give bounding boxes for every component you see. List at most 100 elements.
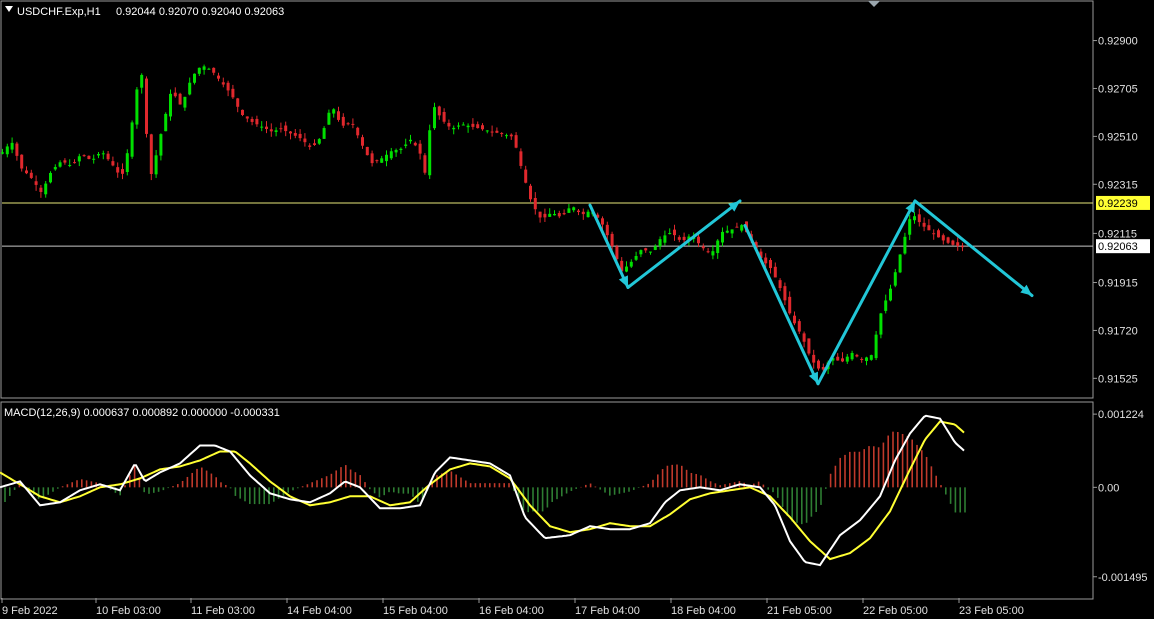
candle-body[interactable] — [716, 240, 720, 254]
candle-body[interactable] — [725, 230, 729, 233]
candle-body[interactable] — [884, 300, 888, 311]
candle-body[interactable] — [140, 74, 144, 88]
candle-body[interactable] — [279, 128, 283, 130]
candle-body[interactable] — [793, 315, 796, 324]
candle-body[interactable] — [217, 75, 220, 79]
candle-body[interactable] — [169, 93, 172, 117]
candle-body[interactable] — [913, 216, 916, 221]
candle-body[interactable] — [221, 82, 225, 85]
candle-body[interactable] — [356, 127, 360, 136]
candle-body[interactable] — [20, 154, 24, 169]
candle-body[interactable] — [788, 296, 792, 314]
candle-body[interactable] — [533, 197, 537, 210]
candle-body[interactable] — [341, 116, 345, 126]
candle-body[interactable] — [466, 125, 470, 128]
candle-body[interactable] — [125, 153, 129, 173]
candle-body[interactable] — [932, 233, 936, 235]
candle-body[interactable] — [178, 93, 182, 105]
candle-body[interactable] — [29, 172, 33, 178]
candle-body[interactable] — [841, 358, 844, 362]
candle-body[interactable] — [937, 230, 940, 238]
candle-body[interactable] — [87, 155, 91, 160]
candle-body[interactable] — [10, 142, 14, 150]
candle-body[interactable] — [908, 219, 912, 235]
candle-body[interactable] — [898, 254, 902, 273]
candle-body[interactable] — [471, 123, 475, 127]
candle-body[interactable] — [586, 211, 590, 218]
candle-body[interactable] — [231, 88, 235, 98]
candle-body[interactable] — [375, 160, 379, 162]
candle-body[interactable] — [783, 286, 787, 301]
candle-body[interactable] — [601, 218, 604, 225]
candle-body[interactable] — [226, 82, 230, 91]
candle-body[interactable] — [317, 139, 321, 144]
candle-body[interactable] — [514, 135, 518, 148]
candle-body[interactable] — [500, 133, 504, 135]
candle-body[interactable] — [673, 229, 676, 236]
candle-body[interactable] — [452, 127, 456, 130]
candle-body[interactable] — [889, 288, 892, 301]
candle-body[interactable] — [524, 169, 528, 183]
candle-body[interactable] — [145, 78, 148, 134]
candle-body[interactable] — [946, 237, 950, 243]
candle-body[interactable] — [106, 153, 110, 160]
candle-body[interactable] — [413, 142, 417, 146]
candle-body[interactable] — [941, 235, 945, 241]
candle-body[interactable] — [370, 153, 374, 164]
candle-body[interactable] — [255, 118, 259, 125]
candle-body[interactable] — [860, 358, 864, 360]
candle-body[interactable] — [365, 146, 369, 156]
candle-body[interactable] — [389, 151, 393, 159]
candle-body[interactable] — [394, 149, 398, 153]
candle-body[interactable] — [956, 242, 960, 246]
candle-body[interactable] — [404, 144, 408, 146]
candle-body[interactable] — [865, 357, 868, 361]
candle-body[interactable] — [428, 130, 432, 176]
candle-body[interactable] — [519, 151, 523, 166]
candle-body[interactable] — [817, 360, 820, 369]
candle-body[interactable] — [332, 109, 336, 114]
candle-body[interactable] — [337, 111, 340, 120]
candle-body[interactable] — [202, 66, 206, 70]
candle-body[interactable] — [797, 321, 801, 332]
candle-body[interactable] — [58, 162, 62, 167]
candle-body[interactable] — [769, 260, 772, 269]
candle-body[interactable] — [845, 356, 849, 362]
candle-body[interactable] — [5, 146, 9, 155]
candle-body[interactable] — [250, 118, 254, 122]
candle-body[interactable] — [101, 153, 105, 155]
candle-body[interactable] — [82, 155, 86, 157]
candle-body[interactable] — [409, 139, 412, 142]
candle-body[interactable] — [639, 250, 643, 255]
candle-body[interactable] — [697, 236, 700, 244]
candle-body[interactable] — [193, 73, 196, 83]
candle-body[interactable] — [649, 251, 652, 253]
candle-body[interactable] — [63, 160, 67, 163]
candle-body[interactable] — [346, 123, 350, 125]
candle-body[interactable] — [173, 92, 177, 97]
candle-body[interactable] — [807, 338, 811, 354]
candle-body[interactable] — [927, 225, 931, 231]
candle-body[interactable] — [874, 334, 878, 359]
candle-body[interactable] — [457, 125, 460, 127]
candle-body[interactable] — [77, 156, 81, 162]
candle-body[interactable] — [625, 266, 628, 272]
candle-body[interactable] — [615, 246, 619, 260]
candle-body[interactable] — [135, 89, 139, 125]
candle-body[interactable] — [116, 167, 120, 173]
candle-body[interactable] — [44, 183, 48, 195]
candle-body[interactable] — [159, 134, 163, 156]
candle-body[interactable] — [509, 134, 513, 137]
candle-body[interactable] — [442, 111, 446, 122]
candle-body[interactable] — [149, 134, 153, 175]
candle-body[interactable] — [855, 354, 859, 357]
candle-body[interactable] — [15, 143, 19, 156]
candle-body[interactable] — [39, 187, 43, 192]
candle-body[interactable] — [553, 213, 556, 216]
candle-body[interactable] — [25, 170, 28, 174]
candle-body[interactable] — [154, 155, 158, 175]
candle-body[interactable] — [644, 248, 648, 251]
candle-body[interactable] — [111, 161, 115, 166]
candle-body[interactable] — [49, 172, 52, 183]
candle-body[interactable] — [73, 162, 76, 164]
